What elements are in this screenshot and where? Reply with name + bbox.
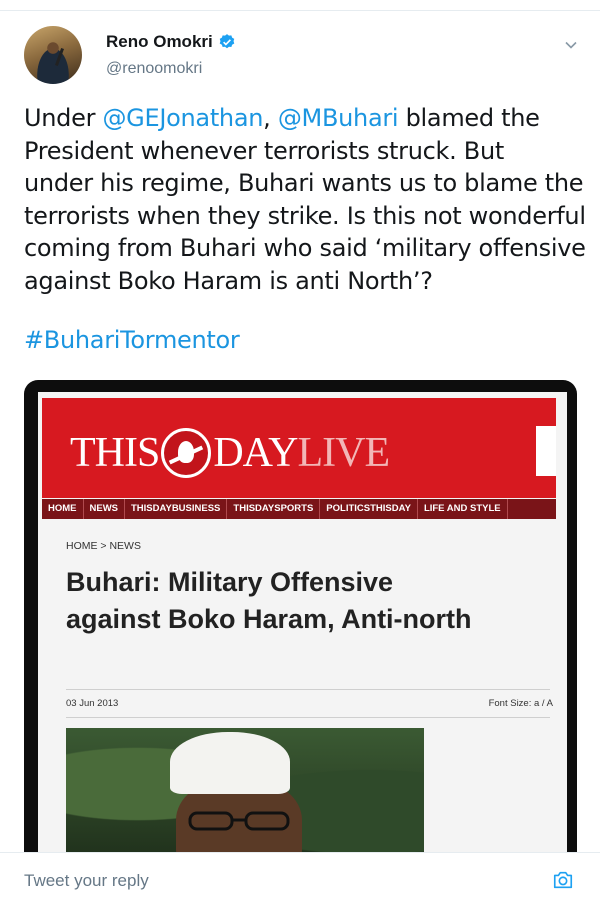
tweet-text-segment: ,: [263, 104, 278, 132]
tweet-text: Under @GEJonathan, @MBuhari blamed the P…: [24, 102, 586, 297]
breadcrumb: HOME > NEWS: [66, 540, 141, 552]
nav-item: NEWS: [84, 499, 125, 519]
seal-icon: [161, 428, 212, 478]
mention-link[interactable]: @MBuhari: [278, 104, 399, 132]
hashtag-link[interactable]: #BuhariTormentor: [24, 326, 240, 354]
tweet-line: coming from Buhari who said ‘military of…: [24, 234, 586, 262]
chevron-down-icon[interactable]: [563, 37, 579, 53]
tweet-line: terrorists when they strike. Is this not…: [24, 201, 586, 230]
font-size-control: Font Size: a / A: [488, 698, 553, 709]
article-date: 03 Jun 2013: [66, 698, 119, 709]
tweet-media-image[interactable]: THIS DAY LIVE HOME NEWS THISDAYBUSINESS …: [24, 380, 577, 860]
tweet-line: Under @GEJonathan, @MBuhari blamed the: [24, 102, 584, 135]
nav-item: HOME: [42, 499, 84, 519]
reply-input[interactable]: Tweet your reply: [24, 871, 149, 891]
tweet-line: President whenever terrorists struck. Bu…: [24, 136, 504, 165]
avatar[interactable]: [24, 26, 82, 84]
tweet-line: under his regime, Buhari wants us to bla…: [24, 169, 584, 197]
thisday-logo: THIS DAY LIVE: [70, 428, 390, 478]
author-name[interactable]: Reno Omokri: [106, 32, 213, 52]
logo-day: DAY: [213, 430, 298, 476]
article-headline: Buhari: Military Offensive against Boko …: [66, 567, 472, 634]
tweet-text-segment: Under: [24, 104, 103, 132]
article-photo: [66, 728, 424, 860]
author-handle[interactable]: @renoomokri: [106, 60, 202, 78]
logo-this: THIS: [70, 430, 160, 476]
masthead: THIS DAY LIVE: [42, 398, 556, 498]
author-name-row[interactable]: Reno Omokri: [106, 32, 236, 52]
masthead-tab: [536, 426, 556, 476]
logo-live: LIVE: [297, 430, 390, 476]
reply-bar: Tweet your reply: [0, 852, 600, 902]
nav-item: THISDAYSPORTS: [227, 499, 321, 519]
nav-item: THISDAYBUSINESS: [125, 499, 228, 519]
portrait-glasses: [188, 811, 290, 831]
screenshot-article-page: THIS DAY LIVE HOME NEWS THISDAYBUSINESS …: [38, 392, 567, 860]
divider: [66, 717, 550, 718]
nav-item: POLITICSTHISDAY: [320, 499, 418, 519]
camera-icon[interactable]: [552, 869, 574, 891]
mention-link[interactable]: @GEJonathan: [102, 104, 263, 132]
tweet-text-segment: blamed the: [398, 104, 540, 132]
top-divider: [0, 10, 600, 11]
site-nav: HOME NEWS THISDAYBUSINESS THISDAYSPORTS …: [42, 499, 556, 519]
tweet-line: against Boko Haram is anti North’?: [24, 266, 433, 295]
divider: [66, 689, 550, 690]
nav-item: LIFE AND STYLE: [418, 499, 508, 519]
portrait-cap: [170, 732, 290, 794]
verified-badge-icon: [219, 34, 235, 49]
